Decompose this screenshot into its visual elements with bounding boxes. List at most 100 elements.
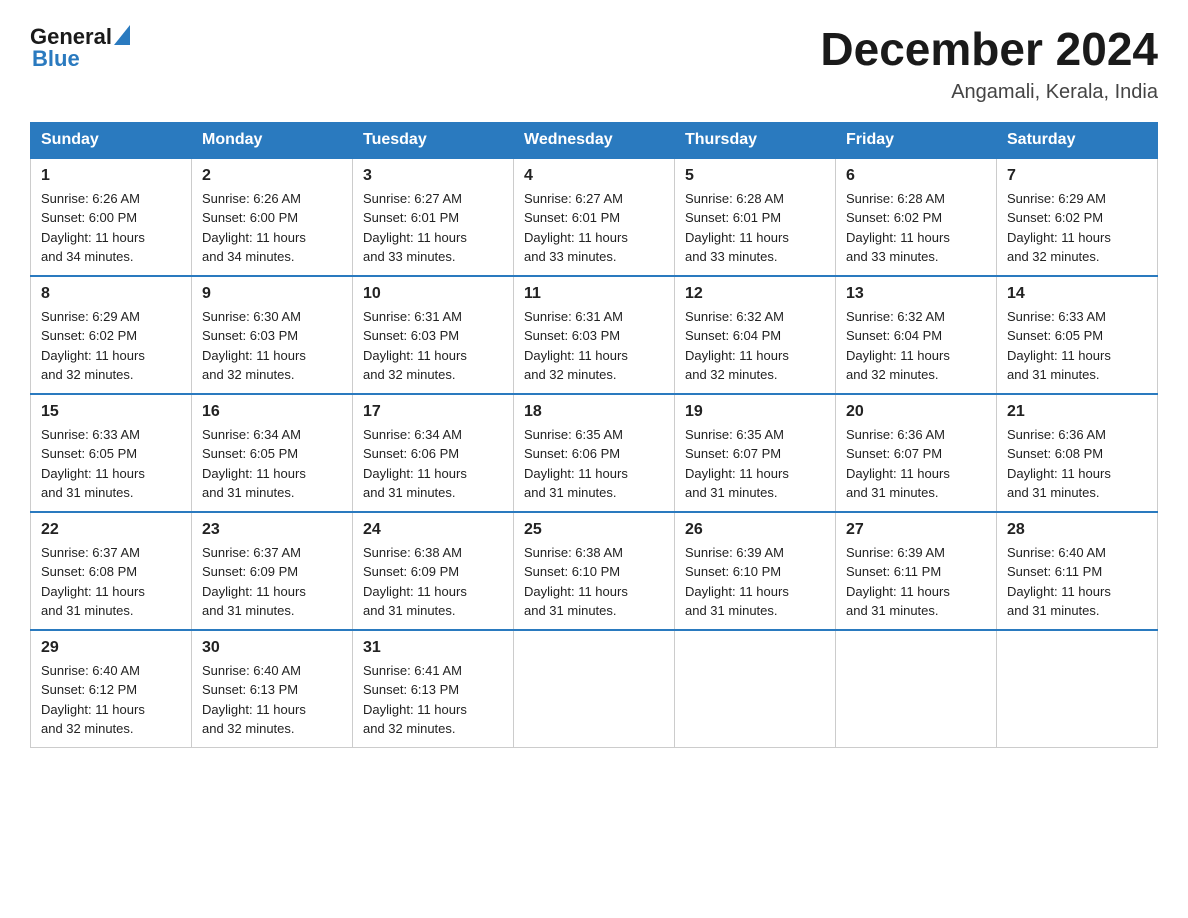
day-info: Sunrise: 6:28 AMSunset: 6:02 PMDaylight:… bbox=[846, 189, 986, 267]
week-row-5: 29 Sunrise: 6:40 AMSunset: 6:12 PMDayligh… bbox=[31, 630, 1158, 748]
day-number: 28 bbox=[1007, 521, 1147, 539]
day-info: Sunrise: 6:37 AMSunset: 6:08 PMDaylight:… bbox=[41, 543, 181, 621]
day-number: 15 bbox=[41, 403, 181, 421]
calendar-cell: 18 Sunrise: 6:35 AMSunset: 6:06 PMDayligh… bbox=[514, 394, 675, 512]
day-number: 9 bbox=[202, 285, 342, 303]
day-info: Sunrise: 6:30 AMSunset: 6:03 PMDaylight:… bbox=[202, 307, 342, 385]
day-number: 12 bbox=[685, 285, 825, 303]
day-info: Sunrise: 6:40 AMSunset: 6:12 PMDaylight:… bbox=[41, 661, 181, 739]
calendar-cell: 6 Sunrise: 6:28 AMSunset: 6:02 PMDaylight… bbox=[836, 158, 997, 276]
calendar-cell: 23Sunrise: 6:37 AMSunset: 6:09 PMDayligh… bbox=[192, 512, 353, 630]
day-number: 6 bbox=[846, 167, 986, 185]
day-info: Sunrise: 6:33 AMSunset: 6:05 PMDaylight:… bbox=[1007, 307, 1147, 385]
day-info: Sunrise: 6:38 AMSunset: 6:10 PMDaylight:… bbox=[524, 543, 664, 621]
day-number: 25 bbox=[524, 521, 664, 539]
day-number: 18 bbox=[524, 403, 664, 421]
calendar-cell: 2 Sunrise: 6:26 AMSunset: 6:00 PMDaylight… bbox=[192, 158, 353, 276]
calendar-cell: 8 Sunrise: 6:29 AMSunset: 6:02 PMDaylight… bbox=[31, 276, 192, 394]
day-number: 13 bbox=[846, 285, 986, 303]
day-info: Sunrise: 6:36 AMSunset: 6:07 PMDaylight:… bbox=[846, 425, 986, 503]
calendar-cell bbox=[997, 630, 1158, 748]
calendar-cell: 5 Sunrise: 6:28 AMSunset: 6:01 PMDaylight… bbox=[675, 158, 836, 276]
header-friday: Friday bbox=[836, 122, 997, 158]
header-monday: Monday bbox=[192, 122, 353, 158]
header-thursday: Thursday bbox=[675, 122, 836, 158]
calendar-cell: 30Sunrise: 6:40 AMSunset: 6:13 PMDayligh… bbox=[192, 630, 353, 748]
calendar-cell: 3Sunrise: 6:27 AMSunset: 6:01 PMDaylight… bbox=[353, 158, 514, 276]
calendar-cell: 29 Sunrise: 6:40 AMSunset: 6:12 PMDayligh… bbox=[31, 630, 192, 748]
logo-blue-text: Blue bbox=[32, 46, 80, 72]
calendar-cell: 11 Sunrise: 6:31 AMSunset: 6:03 PMDayligh… bbox=[514, 276, 675, 394]
header-row: SundayMondayTuesdayWednesdayThursdayFrid… bbox=[31, 122, 1158, 158]
day-number: 14 bbox=[1007, 285, 1147, 303]
day-info: Sunrise: 6:26 AMSunset: 6:00 PMDaylight:… bbox=[41, 189, 181, 267]
title-area: December 2024 Angamali, Kerala, India bbox=[820, 24, 1158, 104]
day-info: Sunrise: 6:32 AMSunset: 6:04 PMDaylight:… bbox=[685, 307, 825, 385]
calendar-cell: 12 Sunrise: 6:32 AMSunset: 6:04 PMDayligh… bbox=[675, 276, 836, 394]
day-info: Sunrise: 6:33 AMSunset: 6:05 PMDaylight:… bbox=[41, 425, 181, 503]
calendar-cell: 19Sunrise: 6:35 AMSunset: 6:07 PMDayligh… bbox=[675, 394, 836, 512]
day-info: Sunrise: 6:40 AMSunset: 6:13 PMDaylight:… bbox=[202, 661, 342, 739]
page-header: General Blue December 2024 Angamali, Ker… bbox=[30, 24, 1158, 104]
week-row-1: 1 Sunrise: 6:26 AMSunset: 6:00 PMDaylight… bbox=[31, 158, 1158, 276]
calendar-title: December 2024 bbox=[820, 24, 1158, 75]
day-number: 4 bbox=[524, 167, 664, 185]
day-info: Sunrise: 6:34 AMSunset: 6:06 PMDaylight:… bbox=[363, 425, 503, 503]
day-number: 11 bbox=[524, 285, 664, 303]
day-info: Sunrise: 6:28 AMSunset: 6:01 PMDaylight:… bbox=[685, 189, 825, 267]
week-row-3: 15 Sunrise: 6:33 AMSunset: 6:05 PMDayligh… bbox=[31, 394, 1158, 512]
day-info: Sunrise: 6:40 AMSunset: 6:11 PMDaylight:… bbox=[1007, 543, 1147, 621]
day-number: 23 bbox=[202, 521, 342, 539]
day-number: 27 bbox=[846, 521, 986, 539]
week-row-2: 8 Sunrise: 6:29 AMSunset: 6:02 PMDaylight… bbox=[31, 276, 1158, 394]
calendar-cell: 25 Sunrise: 6:38 AMSunset: 6:10 PMDayligh… bbox=[514, 512, 675, 630]
day-info: Sunrise: 6:31 AMSunset: 6:03 PMDaylight:… bbox=[363, 307, 503, 385]
calendar-cell: 24Sunrise: 6:38 AMSunset: 6:09 PMDayligh… bbox=[353, 512, 514, 630]
week-row-4: 22 Sunrise: 6:37 AMSunset: 6:08 PMDayligh… bbox=[31, 512, 1158, 630]
day-number: 26 bbox=[685, 521, 825, 539]
calendar-cell bbox=[675, 630, 836, 748]
day-number: 1 bbox=[41, 167, 181, 185]
day-number: 31 bbox=[363, 639, 503, 657]
day-info: Sunrise: 6:39 AMSunset: 6:10 PMDaylight:… bbox=[685, 543, 825, 621]
day-number: 10 bbox=[363, 285, 503, 303]
day-info: Sunrise: 6:31 AMSunset: 6:03 PMDaylight:… bbox=[524, 307, 664, 385]
calendar-cell: 26 Sunrise: 6:39 AMSunset: 6:10 PMDayligh… bbox=[675, 512, 836, 630]
calendar-cell: 27 Sunrise: 6:39 AMSunset: 6:11 PMDayligh… bbox=[836, 512, 997, 630]
calendar-cell bbox=[514, 630, 675, 748]
day-info: Sunrise: 6:39 AMSunset: 6:11 PMDaylight:… bbox=[846, 543, 986, 621]
day-info: Sunrise: 6:32 AMSunset: 6:04 PMDaylight:… bbox=[846, 307, 986, 385]
header-wednesday: Wednesday bbox=[514, 122, 675, 158]
day-info: Sunrise: 6:26 AMSunset: 6:00 PMDaylight:… bbox=[202, 189, 342, 267]
day-number: 24 bbox=[363, 521, 503, 539]
calendar-cell: 22 Sunrise: 6:37 AMSunset: 6:08 PMDayligh… bbox=[31, 512, 192, 630]
day-number: 22 bbox=[41, 521, 181, 539]
day-info: Sunrise: 6:35 AMSunset: 6:07 PMDaylight:… bbox=[685, 425, 825, 503]
day-info: Sunrise: 6:41 AMSunset: 6:13 PMDaylight:… bbox=[363, 661, 503, 739]
calendar-cell: 21Sunrise: 6:36 AMSunset: 6:08 PMDayligh… bbox=[997, 394, 1158, 512]
day-info: Sunrise: 6:27 AMSunset: 6:01 PMDaylight:… bbox=[524, 189, 664, 267]
day-number: 8 bbox=[41, 285, 181, 303]
calendar-cell: 7Sunrise: 6:29 AMSunset: 6:02 PMDaylight… bbox=[997, 158, 1158, 276]
day-info: Sunrise: 6:27 AMSunset: 6:01 PMDaylight:… bbox=[363, 189, 503, 267]
calendar-cell: 15 Sunrise: 6:33 AMSunset: 6:05 PMDayligh… bbox=[31, 394, 192, 512]
day-number: 21 bbox=[1007, 403, 1147, 421]
calendar-cell: 17 Sunrise: 6:34 AMSunset: 6:06 PMDayligh… bbox=[353, 394, 514, 512]
calendar-cell: 10 Sunrise: 6:31 AMSunset: 6:03 PMDayligh… bbox=[353, 276, 514, 394]
day-info: Sunrise: 6:29 AMSunset: 6:02 PMDaylight:… bbox=[41, 307, 181, 385]
calendar-table: SundayMondayTuesdayWednesdayThursdayFrid… bbox=[30, 122, 1158, 748]
calendar-cell: 1 Sunrise: 6:26 AMSunset: 6:00 PMDaylight… bbox=[31, 158, 192, 276]
header-tuesday: Tuesday bbox=[353, 122, 514, 158]
calendar-cell: 14 Sunrise: 6:33 AMSunset: 6:05 PMDayligh… bbox=[997, 276, 1158, 394]
day-number: 20 bbox=[846, 403, 986, 421]
calendar-cell: 9 Sunrise: 6:30 AMSunset: 6:03 PMDaylight… bbox=[192, 276, 353, 394]
header-sunday: Sunday bbox=[31, 122, 192, 158]
day-number: 29 bbox=[41, 639, 181, 657]
logo: General Blue bbox=[30, 24, 130, 72]
logo-triangle-icon bbox=[114, 25, 130, 50]
day-number: 2 bbox=[202, 167, 342, 185]
day-number: 17 bbox=[363, 403, 503, 421]
calendar-cell: 20 Sunrise: 6:36 AMSunset: 6:07 PMDayligh… bbox=[836, 394, 997, 512]
day-info: Sunrise: 6:35 AMSunset: 6:06 PMDaylight:… bbox=[524, 425, 664, 503]
day-number: 5 bbox=[685, 167, 825, 185]
